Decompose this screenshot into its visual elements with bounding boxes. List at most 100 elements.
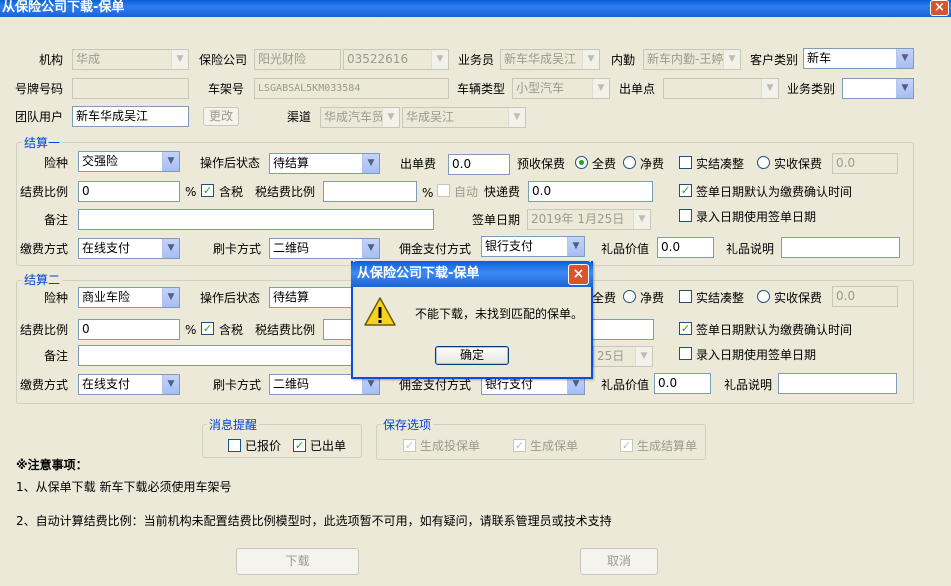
notes-line-1: 1、从保单下载 新车下载必须使用车架号 [16, 480, 232, 494]
s2-note-input[interactable] [78, 345, 354, 366]
s2-gift-input[interactable]: 0.0 [654, 373, 711, 394]
business-type-select[interactable]: ▼ [842, 78, 914, 99]
s2-pay-select[interactable]: 在线支付 ▼ [78, 374, 180, 395]
s1-round-checkbox[interactable] [679, 156, 692, 169]
s2-kind-select[interactable]: 商业车险 ▼ [78, 287, 180, 308]
s1-comm-select[interactable]: 银行支付 ▼ [481, 236, 585, 257]
channel-select-1[interactable]: 华成汽车贸 ▼ [320, 107, 400, 128]
s2-signdef-checkbox[interactable]: ✓ [679, 322, 692, 335]
s1-card-label: 刷卡方式 [213, 242, 262, 256]
vehicle-type-select[interactable]: 小型汽车 ▼ [512, 78, 610, 99]
s1-actual-radio[interactable] [757, 156, 770, 169]
s2-net-radio[interactable] [623, 290, 636, 303]
salesman-select[interactable]: 新车华成吴江 ▼ [500, 49, 600, 70]
org-select[interactable]: 华成 ▼ [72, 49, 189, 70]
s1-auto-checkbox[interactable] [437, 184, 450, 197]
s1-pay-select[interactable]: 在线支付 ▼ [78, 238, 180, 259]
s1-taxratio-input[interactable] [323, 181, 417, 202]
chevron-down-icon[interactable]: ▼ [362, 154, 379, 173]
s2-signdate-picker[interactable]: 25日 ▼ [593, 346, 653, 367]
s2-giftdesc-input[interactable] [778, 373, 897, 394]
window-close-button[interactable]: × [930, 0, 949, 16]
s2-express-input[interactable] [590, 319, 654, 340]
s1-giftdesc-input[interactable] [781, 237, 900, 258]
cancel-button[interactable]: 取消 [580, 548, 658, 575]
s1-kind-label: 险种 [44, 156, 69, 170]
chevron-down-icon[interactable]: ▼ [567, 237, 584, 256]
chevron-down-icon[interactable]: ▼ [633, 210, 650, 229]
vin-label: 车架号 [208, 82, 245, 96]
s1-express-input[interactable]: 0.0 [528, 181, 653, 202]
gen-proposal-checkbox[interactable]: ✓ [403, 439, 416, 452]
chevron-down-icon[interactable]: ▼ [761, 79, 778, 98]
s2-giftdesc-label: 礼品说明 [724, 378, 773, 392]
s1-gift-input[interactable]: 0.0 [657, 237, 714, 258]
s1-note-input[interactable] [78, 209, 434, 230]
s2-actual-radio[interactable] [757, 290, 770, 303]
s1-status-select[interactable]: 待结算 ▼ [269, 153, 380, 174]
notes-line-2: 2、自动计算结费比例：当前机构未配置结费比例模型时，此选项暂不可用，如有疑问，请… [16, 514, 612, 528]
s2-comm-label: 佣金支付方式 [399, 378, 472, 392]
s2-round-checkbox[interactable] [679, 290, 692, 303]
s1-signdef-checkbox[interactable]: ✓ [679, 184, 692, 197]
team-user-input[interactable]: 新车华成吴江 [72, 106, 189, 127]
chevron-down-icon[interactable]: ▼ [162, 288, 179, 307]
s2-tax-label: 含税 [219, 323, 244, 337]
gen-policy-label: 生成保单 [530, 439, 579, 453]
gen-proposal-label: 生成投保单 [420, 439, 481, 453]
s1-fee-input[interactable]: 0.0 [448, 154, 510, 175]
chevron-down-icon[interactable]: ▼ [582, 50, 599, 69]
s1-card-select[interactable]: 二维码 ▼ [269, 238, 380, 259]
customer-type-label: 客户类别 [750, 53, 799, 67]
gen-settlement-checkbox[interactable]: ✓ [620, 439, 633, 452]
issued-checkbox[interactable]: ✓ [293, 439, 306, 452]
chevron-down-icon[interactable]: ▼ [896, 79, 913, 98]
chevron-down-icon[interactable]: ▼ [508, 108, 525, 127]
chevron-down-icon[interactable]: ▼ [723, 50, 740, 69]
change-button[interactable]: 更改 [203, 107, 239, 126]
download-button[interactable]: 下载 [236, 548, 359, 575]
insurer-code-select[interactable]: 03522616 ▼ [343, 49, 449, 70]
vin-input[interactable]: LSGABSAL5KM033584 [254, 78, 449, 99]
s1-full-label: 全费 [592, 157, 617, 171]
chevron-down-icon[interactable]: ▼ [162, 239, 179, 258]
chevron-down-icon[interactable]: ▼ [592, 79, 609, 98]
s2-tax-checkbox[interactable]: ✓ [201, 322, 214, 335]
s1-entrydate-checkbox[interactable] [679, 209, 692, 222]
team-user-label: 团队用户 [15, 110, 64, 124]
window-titlebar: 从保险公司下载-保单 [0, 0, 951, 17]
gen-policy-checkbox[interactable]: ✓ [513, 439, 526, 452]
s1-kind-select[interactable]: 交强险 ▼ [78, 151, 180, 172]
chevron-down-icon[interactable]: ▼ [362, 239, 379, 258]
s1-signdate-picker[interactable]: 2019年 1月25日 ▼ [527, 209, 651, 230]
insurer-select[interactable]: 阳光财险 [254, 49, 341, 70]
s1-tax-checkbox[interactable]: ✓ [201, 184, 214, 197]
plate-input[interactable] [72, 78, 189, 99]
chevron-down-icon[interactable]: ▼ [431, 50, 448, 69]
chevron-down-icon[interactable]: ▼ [382, 108, 399, 127]
dialog-close-button[interactable]: × [568, 264, 589, 285]
s1-full-radio[interactable] [575, 156, 588, 169]
chevron-down-icon[interactable]: ▼ [635, 347, 652, 366]
s2-kind-label: 险种 [44, 291, 69, 305]
chevron-down-icon[interactable]: ▼ [162, 375, 179, 394]
issue-point-label: 出单点 [619, 82, 656, 96]
s1-actual-input[interactable]: 0.0 [832, 153, 898, 174]
s2-ratio-input[interactable]: 0 [78, 319, 180, 340]
internal-select[interactable]: 新车内勤-王婷 ▼ [643, 49, 741, 70]
s1-pct2: % [422, 186, 434, 200]
chevron-down-icon[interactable]: ▼ [171, 50, 188, 69]
s2-pct: % [185, 323, 197, 337]
issue-point-select[interactable]: ▼ [663, 78, 779, 99]
s2-entrydate-checkbox[interactable] [679, 347, 692, 360]
chevron-down-icon[interactable]: ▼ [162, 152, 179, 171]
channel-select-2[interactable]: 华成吴江 ▼ [402, 107, 526, 128]
s1-ratio-input[interactable]: 0 [78, 181, 180, 202]
dialog-ok-button[interactable]: 确定 [435, 346, 509, 365]
s2-taxratio-input[interactable] [323, 319, 353, 340]
s1-net-radio[interactable] [623, 156, 636, 169]
quoted-checkbox[interactable] [228, 439, 241, 452]
customer-type-select[interactable]: 新车 ▼ [803, 48, 914, 69]
s2-actual-input[interactable]: 0.0 [832, 286, 898, 307]
chevron-down-icon[interactable]: ▼ [896, 49, 913, 68]
